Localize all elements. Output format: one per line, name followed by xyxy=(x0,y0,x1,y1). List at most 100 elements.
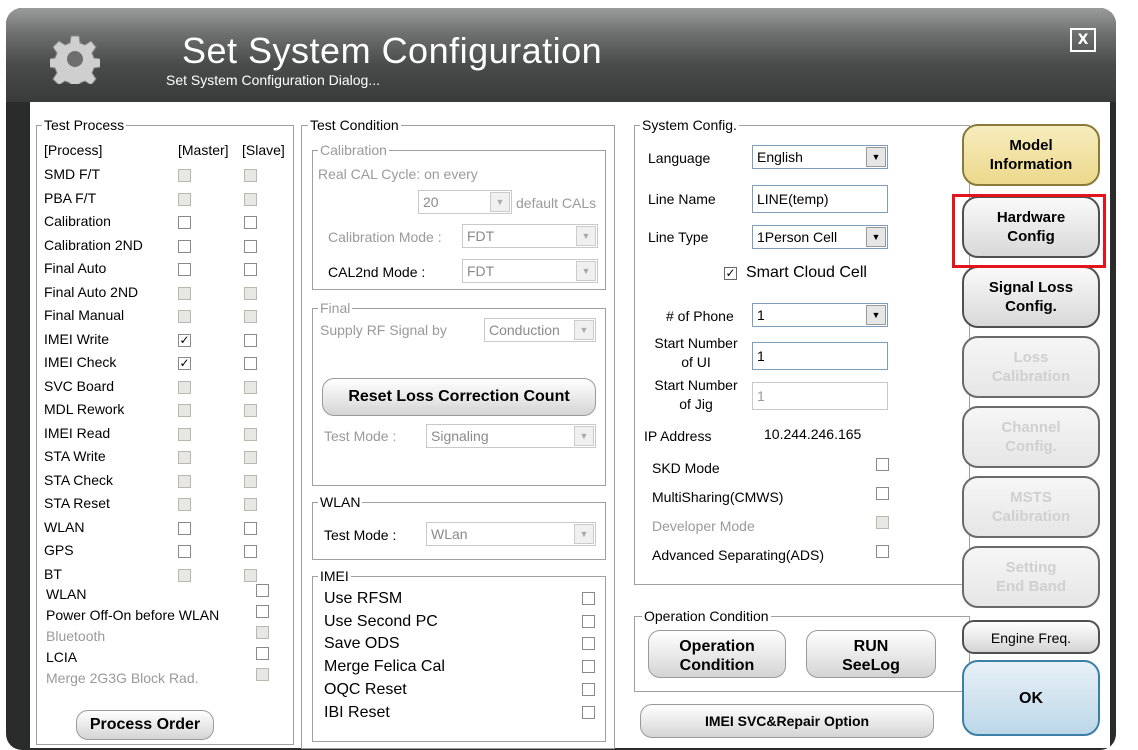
extra-option-checkbox[interactable] xyxy=(256,584,269,597)
run-seelog-button[interactable]: RUN SeeLog xyxy=(806,630,936,678)
smart-cloud-label: Smart Cloud Cell xyxy=(746,264,867,281)
right-button-line2: Information xyxy=(989,156,1073,173)
right-button-line1: Signal Loss xyxy=(988,279,1074,296)
test-process-label: IMEI Read xyxy=(44,424,111,441)
extra-option-checkbox[interactable] xyxy=(256,647,269,660)
slave-checkbox[interactable] xyxy=(244,239,257,253)
right-button-line2: End Band xyxy=(996,578,1066,595)
master-checkbox[interactable] xyxy=(178,263,191,276)
language-select[interactable]: English ▼ xyxy=(752,145,888,169)
imei-option-checkbox[interactable] xyxy=(582,705,595,719)
master-checkbox[interactable] xyxy=(178,545,191,558)
cal-cycle-value: 20 xyxy=(423,194,439,210)
phone-count-label: # of Phone xyxy=(666,308,734,324)
imei-option-label: OQC Reset xyxy=(324,680,407,698)
right-button-line1: Model xyxy=(1009,137,1053,154)
reset-loss-correction-button[interactable]: Reset Loss Correction Count xyxy=(322,378,596,416)
process-order-button[interactable]: Process Order xyxy=(76,710,214,740)
test-process-label: STA Write xyxy=(44,448,106,464)
master-checkbox xyxy=(178,474,191,488)
extra-option-label: Merge 2G3G Block Rad. xyxy=(46,670,199,686)
slave-checkbox[interactable] xyxy=(244,521,257,535)
calibration-mode-value: FDT xyxy=(467,228,495,244)
master-checkbox xyxy=(178,169,191,182)
slave-checkbox[interactable] xyxy=(244,357,257,370)
test-process-label: Calibration 2ND xyxy=(44,236,143,253)
imei-svc-repair-button[interactable]: IMEI SVC&Repair Option xyxy=(640,704,934,738)
hardware-config-highlight xyxy=(952,194,1106,268)
line-name-input[interactable]: LINE(temp) xyxy=(752,185,888,213)
master-checkbox xyxy=(178,286,191,300)
test-process-label: SVC Board xyxy=(44,377,115,394)
default-cals-label: default CALs xyxy=(516,195,597,211)
imei-option-label: Save ODS xyxy=(324,635,400,653)
extra-option-checkbox[interactable] xyxy=(256,605,269,618)
chevron-down-icon: ▼ xyxy=(490,192,510,212)
start-jig-label-line1: Start Number xyxy=(654,377,738,393)
master-checkbox[interactable] xyxy=(178,216,191,229)
system-option-checkbox[interactable] xyxy=(876,487,889,500)
imei-option-checkbox[interactable] xyxy=(582,637,595,651)
final-test-mode-select[interactable]: Signaling ▼ xyxy=(426,424,596,448)
system-config-legend: System Config. xyxy=(640,117,739,133)
test-process-label: SMD F/T xyxy=(44,166,100,182)
master-checkbox[interactable]: ✓ xyxy=(178,333,191,347)
calibration-mode-label: Calibration Mode : xyxy=(328,229,442,245)
master-checkbox[interactable] xyxy=(178,239,191,253)
slave-checkbox xyxy=(244,427,257,441)
supply-rf-select[interactable]: Conduction ▼ xyxy=(484,318,596,342)
start-ui-label-line2: of UI xyxy=(681,354,711,370)
right-button-line1: Setting xyxy=(1005,559,1057,576)
start-jig-label-line2: of Jig xyxy=(679,396,713,412)
slave-checkbox xyxy=(244,474,257,488)
calibration-legend: Calibration xyxy=(318,142,389,158)
test-process-legend: Test Process xyxy=(42,117,127,133)
slave-checkbox[interactable] xyxy=(244,333,257,347)
operation-condition-button[interactable]: Operation Condition xyxy=(648,630,786,678)
slave-checkbox xyxy=(244,404,257,417)
gear-icon xyxy=(50,35,100,84)
imei-option-checkbox[interactable] xyxy=(582,592,595,605)
phone-count-select[interactable]: 1 ▼ xyxy=(752,303,888,327)
wlan-legend: WLAN xyxy=(318,494,363,510)
master-column-header: [Master] xyxy=(178,142,229,158)
calibration-mode-select[interactable]: FDT ▼ xyxy=(462,224,598,248)
imei-option-checkbox[interactable] xyxy=(582,660,595,674)
master-checkbox[interactable]: ✓ xyxy=(178,357,191,370)
system-option-checkbox[interactable] xyxy=(876,458,889,471)
cal2nd-mode-select[interactable]: FDT ▼ xyxy=(462,259,598,283)
test-process-label: MDL Rework xyxy=(44,401,125,417)
run-seelog-line1: RUN xyxy=(853,638,889,655)
system-option-label: SKD Mode xyxy=(652,460,720,476)
extra-option-checkbox xyxy=(256,626,269,639)
start-jig-input[interactable]: 1 xyxy=(752,382,888,410)
master-checkbox xyxy=(178,568,191,582)
imei-option-checkbox[interactable] xyxy=(582,614,595,628)
start-jig-label: Start Number of Jig xyxy=(646,376,746,414)
ip-address-value: 10.244.246.165 xyxy=(764,426,862,442)
master-checkbox[interactable] xyxy=(178,521,191,535)
ok-button[interactable]: OK xyxy=(962,660,1100,736)
right-button-model[interactable]: Model Information xyxy=(962,124,1100,186)
master-checkbox xyxy=(178,404,191,417)
smart-cloud-checkbox[interactable]: ✓ xyxy=(724,267,737,280)
extra-option-label: Power Off-On before WLAN xyxy=(46,607,220,623)
slave-checkbox xyxy=(244,192,257,206)
test-process-label: Final Manual xyxy=(44,307,125,323)
slave-checkbox xyxy=(244,310,257,323)
imei-option-label: IBI Reset xyxy=(324,703,390,721)
wlan-test-mode-select[interactable]: WLan ▼ xyxy=(426,522,596,546)
close-button[interactable]: X xyxy=(1070,28,1096,52)
imei-option-checkbox[interactable] xyxy=(582,682,595,696)
engine-freq-button[interactable]: Engine Freq. xyxy=(962,620,1100,654)
system-option-checkbox[interactable] xyxy=(876,545,889,558)
slave-checkbox[interactable] xyxy=(244,216,257,229)
process-column-header: [Process] xyxy=(44,142,103,158)
slave-checkbox[interactable] xyxy=(244,263,257,276)
slave-checkbox[interactable] xyxy=(244,545,257,558)
start-ui-input[interactable]: 1 xyxy=(752,342,888,370)
dialog-window: Set System Configuration Set System Conf… xyxy=(6,8,1116,750)
cal-cycle-select[interactable]: 20 ▼ xyxy=(418,190,512,214)
right-button-signal-loss[interactable]: Signal Loss Config. xyxy=(962,266,1100,328)
line-type-select[interactable]: 1Person Cell ▼ xyxy=(752,225,888,249)
